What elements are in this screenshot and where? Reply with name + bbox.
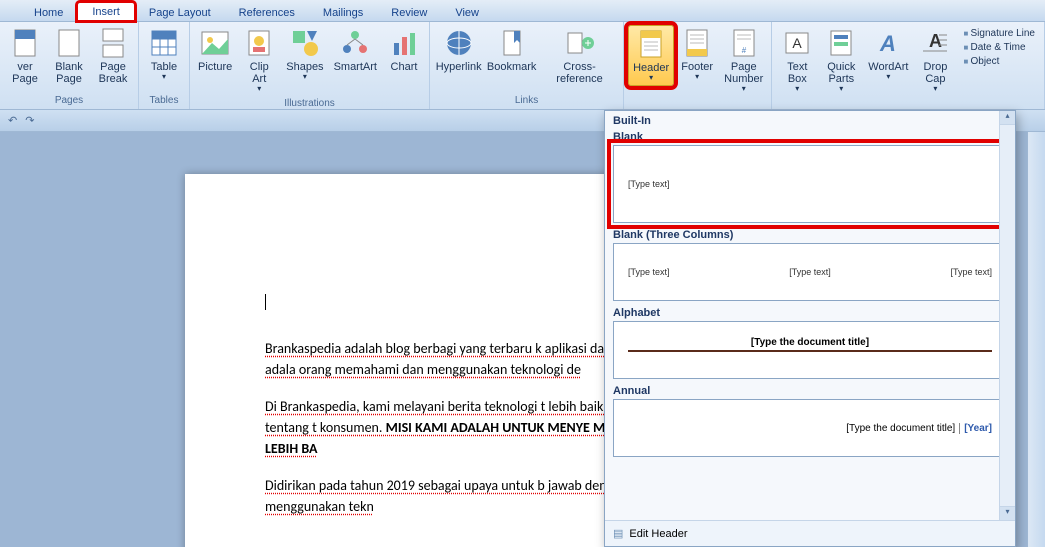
group-header-footer: Header Footer #PageNumber xyxy=(624,22,772,109)
svg-text:A: A xyxy=(879,31,896,56)
tab-page-layout[interactable]: Page Layout xyxy=(135,4,225,21)
gallery-item-alphabet[interactable]: Alphabet [Type the document title] xyxy=(613,307,1007,379)
tab-review[interactable]: Review xyxy=(377,4,441,21)
gallery-item-blank-three-columns[interactable]: Blank (Three Columns) [Type text][Type t… xyxy=(613,229,1007,301)
dropcap-icon: A xyxy=(919,27,951,59)
shapes-icon xyxy=(289,27,321,59)
redo-icon[interactable]: ↷ xyxy=(25,114,34,127)
gallery-item-annual[interactable]: Annual [Type the document title][Year] xyxy=(613,385,1007,457)
group-pages: verPage BlankPage PageBreak Pages xyxy=(0,22,139,109)
hyperlink-icon xyxy=(443,27,475,59)
hyperlink-button[interactable]: Hyperlink xyxy=(434,25,483,75)
object-button[interactable]: Object xyxy=(960,55,1038,68)
clipart-button[interactable]: ClipArt xyxy=(238,25,280,96)
cross-reference-button[interactable]: Cross-reference xyxy=(540,25,619,87)
page-number-icon: # xyxy=(728,27,760,59)
group-label: Tables xyxy=(143,93,185,109)
group-links: Hyperlink Bookmark Cross-reference Links xyxy=(430,22,624,109)
page-break-button[interactable]: PageBreak xyxy=(92,25,134,87)
footer-button[interactable]: Footer xyxy=(676,25,718,84)
tab-insert[interactable]: Insert xyxy=(77,2,135,21)
group-illustrations: Picture ClipArt Shapes SmartArt Chart Il… xyxy=(190,22,430,109)
tab-references[interactable]: References xyxy=(225,4,309,21)
edit-header-menu-item[interactable]: Edit Header xyxy=(605,520,1015,546)
smartart-button[interactable]: SmartArt xyxy=(330,25,381,75)
table-button[interactable]: Table xyxy=(143,25,185,84)
blank-page-button[interactable]: BlankPage xyxy=(48,25,90,87)
cross-reference-icon xyxy=(564,27,596,59)
gallery-section-label: Built-In xyxy=(605,111,1015,129)
wordart-icon: A xyxy=(872,27,904,59)
shapes-button[interactable]: Shapes xyxy=(282,25,327,84)
quickparts-button[interactable]: QuickParts xyxy=(820,25,862,96)
group-tables: Table Tables xyxy=(139,22,190,109)
cover-page-button[interactable]: verPage xyxy=(4,25,46,87)
ribbon: verPage BlankPage PageBreak Pages Table … xyxy=(0,22,1045,110)
group-label: Illustrations xyxy=(194,96,425,112)
blank-page-icon xyxy=(53,27,85,59)
chart-button[interactable]: Chart xyxy=(383,25,425,75)
bookmark-icon xyxy=(496,27,528,59)
page-break-icon xyxy=(97,27,129,59)
tab-view[interactable]: View xyxy=(441,4,493,21)
wordart-button[interactable]: AWordArt xyxy=(864,25,912,84)
table-icon xyxy=(148,27,180,59)
picture-icon xyxy=(199,27,231,59)
textbox-icon: A xyxy=(781,27,813,59)
scroll-up-icon[interactable]: ▴ xyxy=(1000,111,1015,125)
ribbon-tabs: Home Insert Page Layout References Maili… xyxy=(0,0,1045,22)
clipart-icon xyxy=(243,27,275,59)
tab-mailings[interactable]: Mailings xyxy=(309,4,377,21)
undo-icon[interactable]: ↶ xyxy=(8,114,17,127)
page-number-button[interactable]: #PageNumber xyxy=(720,25,767,96)
date-time-button[interactable]: Date & Time xyxy=(960,41,1038,54)
header-button[interactable]: Header xyxy=(628,25,674,86)
dropcap-button[interactable]: ADropCap xyxy=(914,25,956,96)
header-icon xyxy=(635,28,667,60)
chart-icon xyxy=(388,27,420,59)
signature-line-button[interactable]: Signature Line xyxy=(960,27,1038,40)
group-label: Links xyxy=(434,93,619,109)
scroll-down-icon[interactable]: ▾ xyxy=(1000,506,1015,520)
group-text: ATextBox QuickParts AWordArt ADropCap Si… xyxy=(772,22,1045,109)
bookmark-button[interactable]: Bookmark xyxy=(485,25,538,75)
smartart-icon xyxy=(339,27,371,59)
cover-page-icon xyxy=(9,27,41,59)
footer-icon xyxy=(681,27,713,59)
svg-text:#: # xyxy=(742,46,747,55)
svg-text:A: A xyxy=(929,31,942,51)
vertical-scrollbar[interactable] xyxy=(1027,132,1045,547)
gallery-item-blank[interactable]: Blank [Type text] xyxy=(613,131,1007,223)
header-gallery-dropdown: Built-In Blank [Type text] Blank (Three … xyxy=(604,110,1016,547)
group-label: Pages xyxy=(4,93,134,109)
textbox-button[interactable]: ATextBox xyxy=(776,25,818,96)
quickparts-icon xyxy=(825,27,857,59)
tab-home[interactable]: Home xyxy=(20,4,77,21)
picture-button[interactable]: Picture xyxy=(194,25,236,75)
gallery-scrollbar[interactable]: ▴ ▾ xyxy=(999,111,1015,520)
text-side-list: Signature Line Date & Time Object xyxy=(958,25,1040,70)
svg-text:A: A xyxy=(793,35,803,51)
